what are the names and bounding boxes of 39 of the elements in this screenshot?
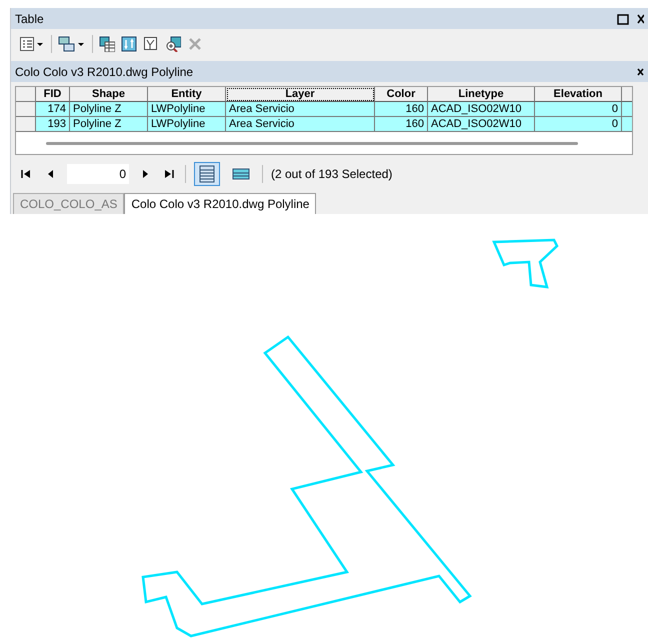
related-tables-icon[interactable] [58, 36, 86, 52]
table-cell: LWPolyline [148, 102, 226, 117]
column-header[interactable]: Entity [148, 87, 226, 102]
table-cell: Polyline Z [70, 102, 148, 117]
selection-count: (2 out of 193 Selected) [271, 167, 392, 181]
record-field[interactable]: 0 [67, 164, 129, 184]
table-cell: Area Servicio [226, 117, 375, 132]
all-records-icon [199, 165, 215, 183]
table-cell: ACAD_ISO02W10 [428, 102, 535, 117]
table-cell: 0 [535, 117, 622, 132]
table-cell: Polyline Z [70, 117, 148, 132]
polygon-shape [492, 238, 559, 288]
close-icon[interactable] [636, 12, 644, 26]
window-title: Table [15, 12, 44, 26]
table-cell: 0 [535, 102, 622, 117]
scrollbar[interactable] [46, 142, 578, 144]
column-header[interactable]: Linetype [428, 87, 535, 102]
table-title: Colo Colo v3 R2010.dwg Polyline [15, 64, 194, 78]
row-selector[interactable] [16, 117, 36, 132]
column-header[interactable]: FID [36, 87, 70, 102]
table-cell: 174 [36, 102, 70, 117]
selected-records-icon [232, 168, 250, 180]
table-cell: 160 [375, 117, 428, 132]
table-tab[interactable]: Colo Colo v3 R2010.dwg Polyline [124, 193, 316, 214]
table-cell: ACAD_ISO02W10 [428, 117, 535, 132]
row-selector[interactable] [16, 102, 36, 117]
table-options-icon[interactable] [19, 36, 45, 52]
show-all-records-button[interactable] [194, 162, 220, 186]
column-header[interactable]: Elevation [535, 87, 622, 102]
column-header[interactable]: Layer [226, 87, 375, 102]
maximize-icon[interactable] [616, 12, 630, 26]
header-corner [16, 87, 36, 102]
table-cell: LWPolyline [148, 117, 226, 132]
column-header[interactable]: Color [375, 87, 428, 102]
table-cell: Area Servicio [226, 102, 375, 117]
table-cell: 193 [36, 117, 70, 132]
table-tab[interactable]: COLO_COLO_AS [13, 193, 124, 214]
column-header[interactable]: Shape [70, 87, 148, 102]
table-cell: 160 [375, 102, 428, 117]
